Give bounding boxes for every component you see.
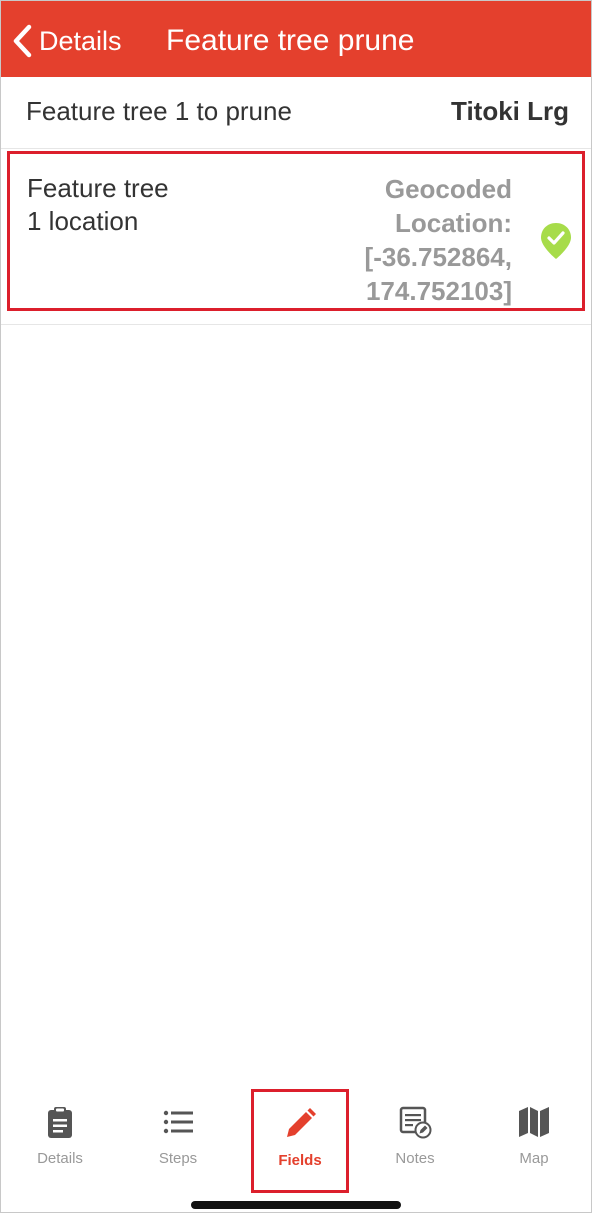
- geocoded-location-value: Geocoded Location: [-36.752864, 174.7521…: [252, 172, 512, 308]
- check-circle-icon: [541, 223, 571, 259]
- tab-label: Details: [37, 1150, 83, 1167]
- tab-label: Notes: [395, 1150, 435, 1167]
- tab-details[interactable]: Details: [1, 1087, 119, 1187]
- value-line: Location:: [395, 208, 512, 238]
- value-line: 174.752103]: [365, 276, 512, 306]
- map-icon: [519, 1107, 549, 1137]
- field-row-tree-location[interactable]: Feature tree 1 location Geocoded Locatio…: [7, 151, 585, 311]
- tab-notes[interactable]: Notes: [356, 1087, 474, 1187]
- tab-label: Map: [519, 1150, 549, 1167]
- home-indicator: [191, 1201, 401, 1209]
- field-label: Feature tree 1 location: [27, 172, 207, 238]
- pencil-icon: [287, 1108, 316, 1137]
- field-value: Titoki Lrg: [451, 96, 569, 126]
- chevron-left-icon: [13, 24, 32, 58]
- tab-fields[interactable]: Fields: [251, 1089, 349, 1193]
- notes-icon: [399, 1106, 432, 1139]
- header-bar: Details Feature tree prune: [1, 1, 591, 77]
- tab-map[interactable]: Map: [475, 1087, 591, 1187]
- field-label-line: Feature tree: [27, 173, 169, 203]
- field-row-tree-to-prune[interactable]: Feature tree 1 to prune Titoki Lrg: [1, 77, 591, 149]
- field-label: Feature tree 1 to prune: [26, 96, 292, 126]
- tab-steps[interactable]: Steps: [119, 1087, 237, 1187]
- field-label-line: 1 location: [27, 206, 139, 236]
- back-label: Details: [39, 25, 122, 56]
- list-icon: [163, 1110, 193, 1134]
- value-line: Geocoded: [384, 174, 512, 204]
- value-line: [-36.752864,: [364, 242, 512, 272]
- clipboard-icon: [48, 1107, 72, 1138]
- app-frame: Details Feature tree prune Feature tree …: [0, 0, 592, 1213]
- page-title: Feature tree prune: [166, 24, 415, 57]
- divider: [1, 324, 591, 325]
- tab-bar: Details Steps Fields Notes Map: [1, 1087, 591, 1212]
- tab-label: Steps: [158, 1150, 198, 1167]
- tab-label: Fields: [278, 1152, 322, 1169]
- back-button[interactable]: Details: [11, 21, 122, 61]
